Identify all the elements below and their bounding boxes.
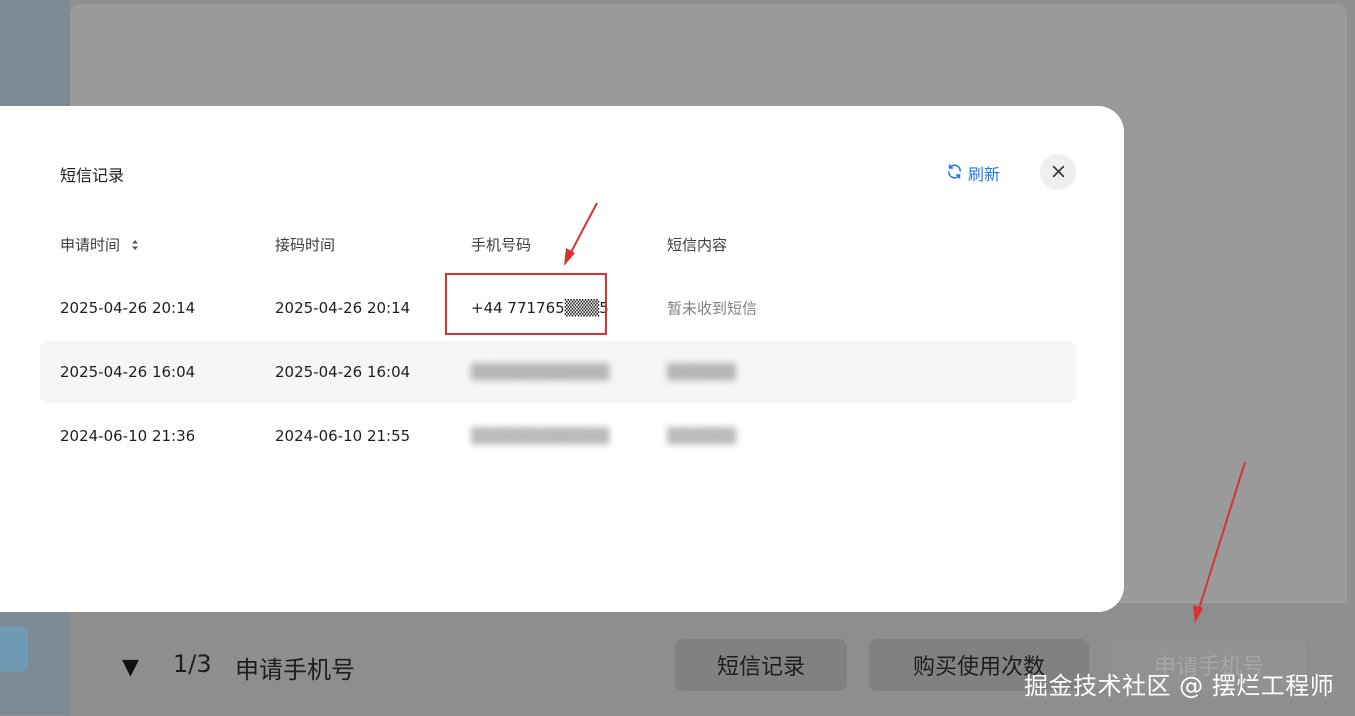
annotation-arrow: [1193, 461, 1246, 623]
annotation-arrow: [564, 202, 598, 266]
watermark: 掘金技术社区 @ 摆烂工程师: [1024, 672, 1335, 700]
annotation-arrows: [564, 202, 1246, 623]
